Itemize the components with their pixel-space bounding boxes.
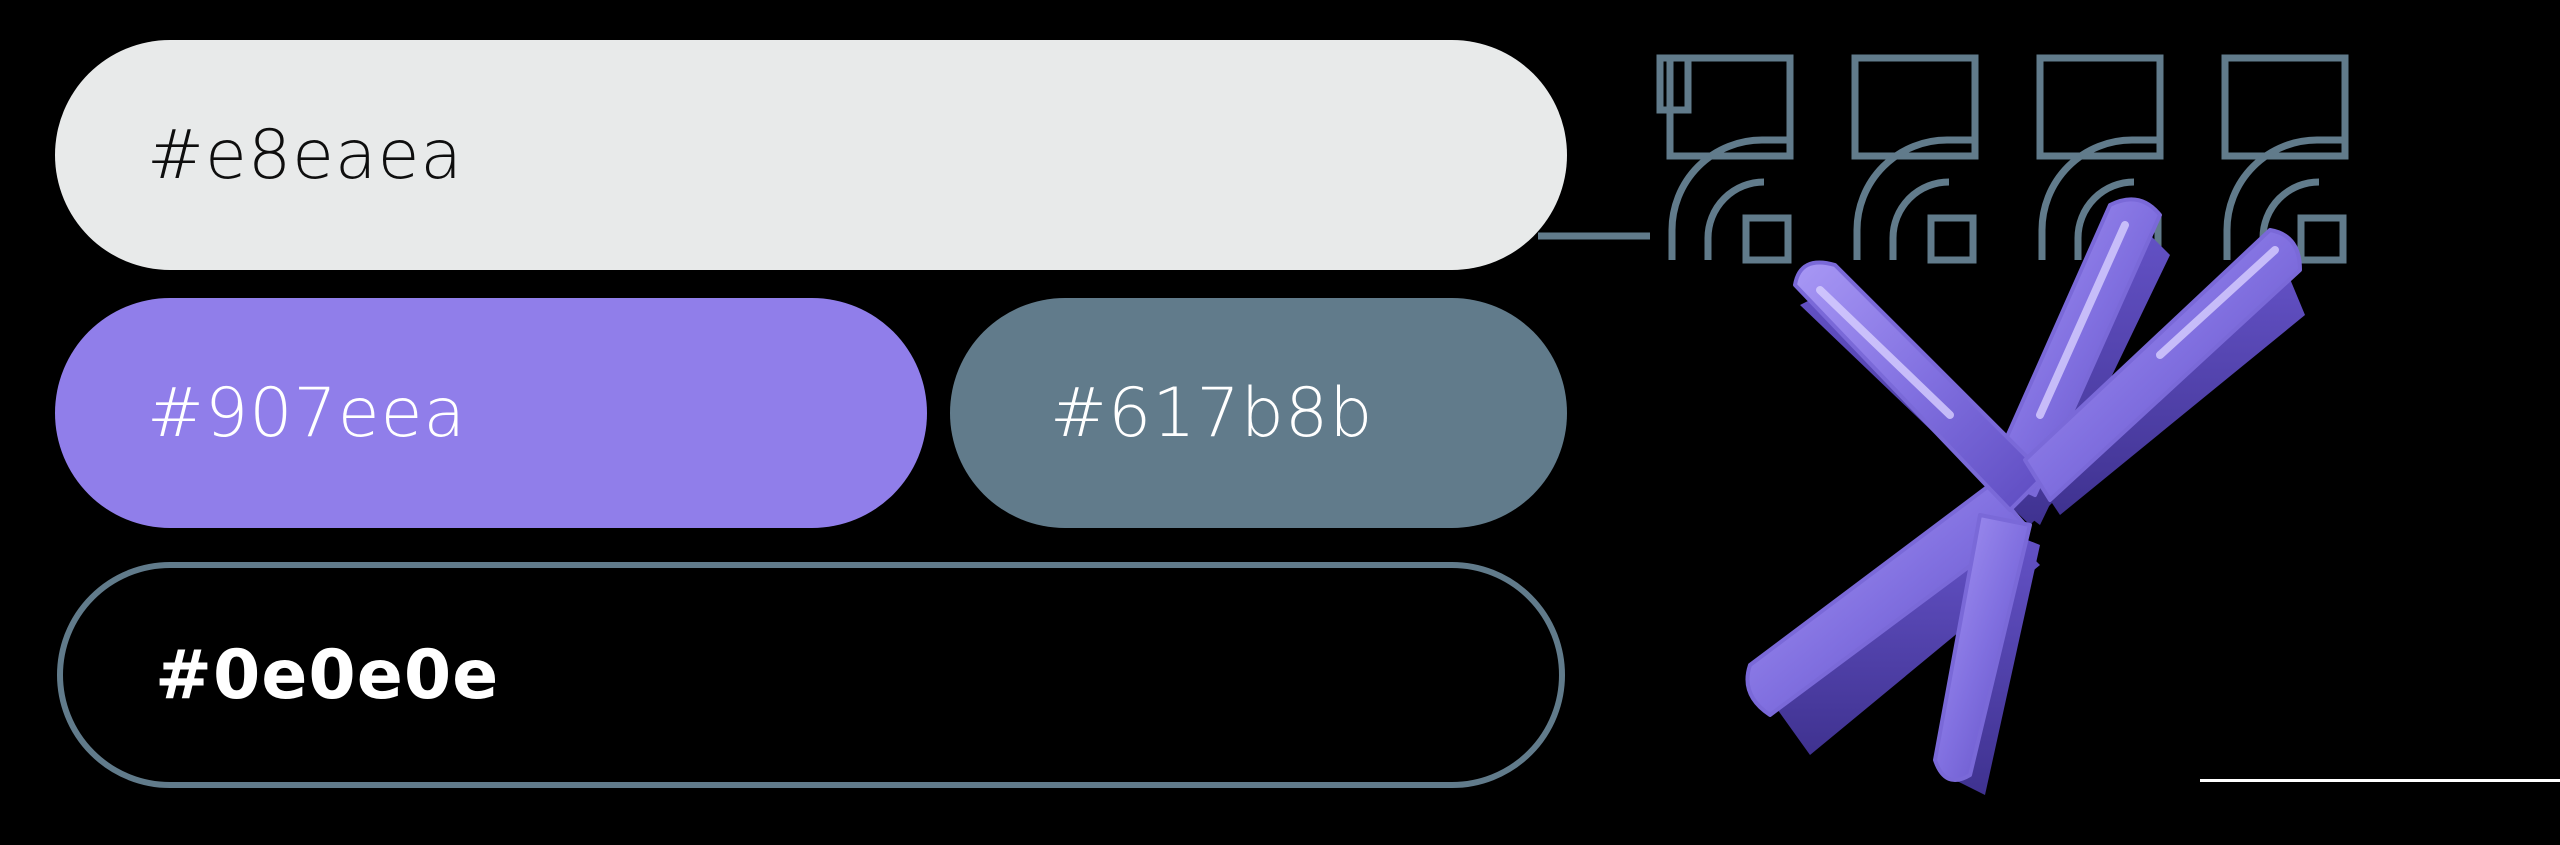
swatch-0e0e0e: #0e0e0e (57, 562, 1565, 788)
swatch-label-617b8b: #617b8b (1050, 373, 1374, 453)
asterisk-3d-icon (1745, 197, 2305, 795)
swatch-label-e8eaea: #e8eaea (147, 115, 464, 195)
swatch-label-0e0e0e: #0e0e0e (155, 635, 500, 715)
swatch-617b8b: #617b8b (950, 298, 1567, 528)
baseline-divider (2200, 779, 2560, 782)
swatch-e8eaea: #e8eaea (55, 40, 1567, 270)
swatch-907eea: #907eea (55, 298, 927, 528)
swatch-label-907eea: #907eea (147, 373, 467, 453)
